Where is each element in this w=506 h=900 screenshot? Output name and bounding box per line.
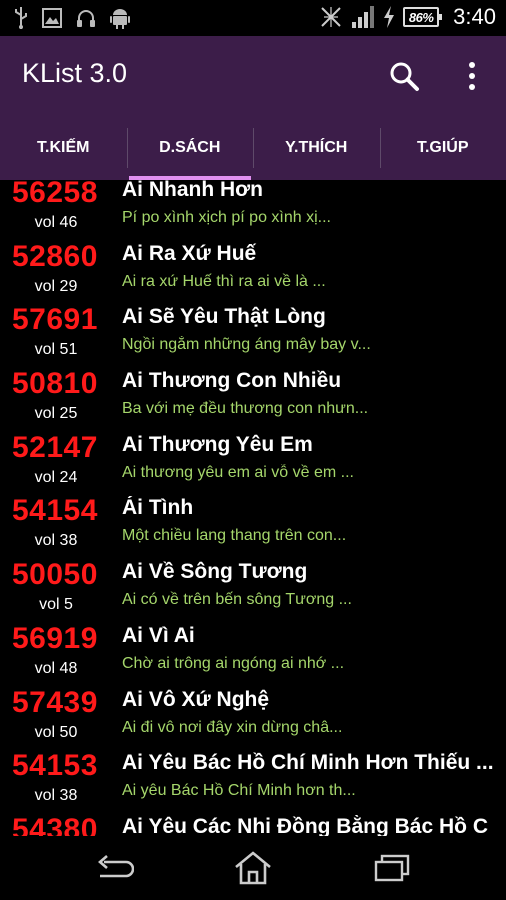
more-vertical-icon (469, 62, 475, 90)
song-row[interactable]: 57439 vol 50 Ai Vô Xứ Nghệ Ai đi vô nơi … (0, 684, 506, 748)
song-volume: vol 5 (39, 596, 73, 614)
home-button[interactable] (231, 850, 275, 886)
song-row[interactable]: 56258 vol 46 Ai Nhanh Hơn Pí po xình xịc… (0, 180, 506, 238)
tab-help[interactable]: T.GIÚP (379, 116, 506, 180)
signal-icon (352, 6, 375, 28)
song-title: Ai Yêu Các Nhi Đồng Bằng Bác Hồ C (122, 814, 488, 836)
search-icon (390, 62, 419, 91)
song-lyric: Ai ra xứ Huế thì ra ai về là ... (122, 272, 326, 290)
song-lyric: Ai có về trên bến sông Tương ... (122, 591, 352, 609)
song-number: 52860 (12, 239, 98, 273)
battery-icon: 86% (403, 7, 443, 27)
song-number: 56258 (12, 180, 98, 209)
tab-search[interactable]: T.KIẾM (0, 116, 127, 180)
tab-list[interactable]: D.SÁCH (126, 116, 254, 180)
song-lyric: Ngồi ngắm những áng mây bay v... (122, 336, 371, 354)
song-title: Ai Thương Yêu Em (122, 432, 313, 456)
song-title: Ai Ra Xứ Huế (122, 241, 257, 265)
song-volume: vol 24 (34, 468, 78, 486)
song-number: 56919 (12, 621, 98, 655)
no-sim-icon (321, 7, 341, 27)
song-row[interactable]: 56919 vol 48 Ai Vì Ai Chờ ai trông ai ng… (0, 620, 506, 684)
song-title: Ai Về Sông Tương (122, 560, 308, 584)
song-title: Ái Tình (122, 496, 194, 520)
action-bar: KList 3.0 (0, 36, 506, 116)
song-volume: vol 38 (34, 787, 78, 805)
song-row[interactable]: 50050 vol 5 Ai Về Sông Tương Ai có về tr… (0, 556, 506, 620)
song-lyric: Ai thương yêu em ai vỗ về em ... (122, 463, 354, 481)
song-number: 50810 (12, 367, 98, 401)
back-button[interactable] (92, 850, 136, 886)
song-volume: vol 38 (34, 532, 78, 550)
song-volume: vol 48 (34, 659, 78, 677)
song-number: 54154 (12, 494, 98, 528)
song-lyric: Chờ ai trông ai ngóng ai nhớ ... (122, 654, 345, 672)
song-lyric: Ba với mẹ đều thương con nhưn... (122, 400, 369, 418)
app-title: KList 3.0 (22, 58, 128, 88)
song-volume: vol 51 (34, 341, 78, 359)
song-row[interactable]: 52860 vol 29 Ai Ra Xứ Huế Ai ra xứ Huế t… (0, 238, 506, 302)
overflow-menu-button[interactable] (458, 60, 486, 94)
search-button[interactable] (388, 60, 422, 94)
song-row[interactable]: 52147 vol 24 Ai Thương Yêu Em Ai thương … (0, 429, 506, 493)
recent-apps-button[interactable] (370, 850, 414, 886)
song-title: Ai Nhanh Hơn (122, 180, 263, 201)
song-lyric: Ai đi vô nơi đây xin dừng châ... (122, 718, 343, 736)
song-lyric: Ai yêu Bác Hồ Chí Minh hơn th... (122, 782, 356, 800)
notification-icons (14, 7, 130, 29)
battery-level: 86% (408, 9, 434, 25)
song-volume: vol 50 (34, 723, 78, 741)
charging-icon (384, 6, 395, 28)
song-title: Ai Yêu Bác Hồ Chí Minh Hơn Thiếu ... (122, 751, 494, 775)
back-icon (98, 855, 134, 878)
navigation-bar (0, 836, 506, 900)
song-row[interactable]: 50810 vol 25 Ai Thương Con Nhiều Ba với … (0, 365, 506, 429)
usb-icon (15, 7, 27, 29)
system-icons: 86% 3:40 (319, 4, 496, 30)
headset-icon (77, 10, 95, 27)
song-title: Ai Thương Con Nhiều (122, 369, 342, 393)
song-row[interactable]: 54153 vol 38 Ai Yêu Bác Hồ Chí Minh Hơn … (0, 747, 506, 811)
song-lyric: Một chiều lang thang trên con... (122, 527, 347, 545)
home-icon (235, 851, 271, 885)
song-title: Ai Vì Ai (122, 623, 195, 647)
song-row[interactable]: 57691 vol 51 Ai Sẽ Yêu Thật Lòng Ngồi ng… (0, 301, 506, 365)
song-lyric: Pí po xình xịch pí po xình xị... (122, 209, 331, 226)
clock: 3:40 (453, 4, 496, 29)
song-list[interactable]: 56258 vol 46 Ai Nhanh Hơn Pí po xình xịc… (0, 180, 506, 836)
song-volume: vol 46 (34, 214, 78, 231)
song-number: 52147 (12, 430, 98, 464)
song-title: Ai Vô Xứ Nghệ (122, 687, 270, 711)
image-icon (42, 8, 62, 28)
song-number: 50050 (12, 558, 98, 592)
song-number: 57439 (12, 685, 98, 719)
song-number: 54380 (12, 812, 98, 836)
song-number: 57691 (12, 303, 98, 337)
tab-bar: T.KIẾM D.SÁCH Y.THÍCH T.GIÚP (0, 116, 506, 180)
song-title: Ai Sẽ Yêu Thật Lòng (122, 305, 326, 329)
song-volume: vol 29 (34, 277, 78, 295)
status-bar: 86% 3:40 (0, 0, 506, 36)
song-number: 54153 (12, 749, 98, 783)
android-icon (110, 9, 130, 29)
song-row[interactable]: 54154 vol 38 Ái Tình Một chiều lang than… (0, 492, 506, 556)
song-row[interactable]: 54380 Ai Yêu Các Nhi Đồng Bằng Bác Hồ C (0, 811, 506, 836)
tab-favorites[interactable]: Y.THÍCH (253, 116, 380, 180)
recent-apps-icon (374, 854, 410, 882)
song-volume: vol 25 (34, 405, 78, 423)
